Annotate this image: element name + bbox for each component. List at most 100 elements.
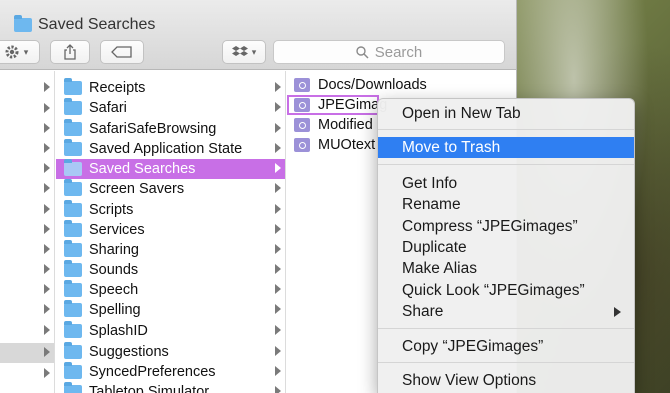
list-item[interactable]: [0, 119, 54, 139]
list-item-label: SyncedPreferences: [89, 364, 216, 380]
list-item[interactable]: [0, 220, 54, 240]
folder-icon: [64, 260, 82, 277]
list-item[interactable]: [0, 300, 54, 320]
smart-folder-icon: [294, 118, 310, 132]
chevron-right-icon: [44, 347, 50, 357]
action-menu-button[interactable]: ▾: [0, 40, 40, 64]
list-item-label: Saved Application State: [89, 141, 243, 157]
menu-item-make-alias[interactable]: Make Alias: [378, 258, 634, 279]
list-item[interactable]: SyncedPreferences: [56, 362, 285, 382]
folder-icon: [64, 78, 82, 95]
list-item[interactable]: [0, 159, 54, 179]
folder-icon: [64, 362, 82, 379]
dropbox-icon: [231, 46, 248, 56]
list-item[interactable]: [0, 364, 54, 384]
list-item[interactable]: Scripts: [56, 200, 285, 220]
menu-item-open-in-new-tab[interactable]: Open in New Tab: [378, 103, 634, 124]
menu-item-get-info[interactable]: Get Info: [378, 173, 634, 194]
list-item-label: Speech: [89, 282, 139, 298]
menu-item-label: Get Info: [402, 174, 458, 192]
folder-icon: [64, 280, 82, 297]
menu-item-label: Compress “JPEGimages”: [402, 217, 578, 235]
window-toolbar: Saved Searches ▾ ▾ Search: [0, 0, 516, 70]
list-item-label: Safari: [89, 100, 127, 116]
tag-icon: [111, 46, 132, 58]
list-item[interactable]: SplashID: [56, 321, 285, 341]
menu-item-label: Make Alias: [402, 259, 477, 277]
list-item[interactable]: Safari: [56, 98, 285, 118]
folder-icon: [64, 98, 82, 115]
list-item[interactable]: Sharing: [56, 240, 285, 260]
search-field[interactable]: Search: [273, 40, 505, 64]
edit-tags-button[interactable]: [100, 40, 144, 64]
list-item[interactable]: Sounds: [56, 260, 285, 280]
column-1[interactable]: [0, 71, 55, 393]
menu-item-label: Move to Trash: [402, 138, 501, 156]
dropbox-button[interactable]: ▾: [222, 40, 266, 64]
list-item[interactable]: Speech: [56, 280, 285, 300]
list-item[interactable]: SafariSafeBrowsing: [56, 119, 285, 139]
list-item-context-target[interactable]: JPEGimag: [287, 95, 387, 115]
search-placeholder: Search: [374, 43, 423, 61]
menu-item-label: Rename: [402, 195, 461, 213]
menu-item-rename[interactable]: Rename: [378, 194, 634, 215]
column-2[interactable]: Receipts Safari SafariSafeBrowsing Saved…: [56, 71, 286, 393]
list-item-label: Docs/Downloads: [318, 77, 427, 93]
chevron-down-icon: ▾: [251, 46, 257, 57]
chevron-right-icon: [275, 82, 281, 92]
menu-separator: [378, 129, 634, 130]
menu-item-share[interactable]: Share: [378, 301, 634, 322]
list-item[interactable]: Suggestions: [56, 342, 285, 362]
list-item[interactable]: [0, 321, 54, 341]
list-item[interactable]: Receipts: [56, 78, 285, 98]
list-item[interactable]: [0, 78, 54, 98]
menu-item-compress[interactable]: Compress “JPEGimages”: [378, 216, 634, 237]
chevron-right-icon: [44, 325, 50, 335]
share-icon: [64, 44, 76, 60]
menu-item-copy[interactable]: Copy “JPEGimages”: [378, 336, 634, 357]
menu-item-show-view-options[interactable]: Show View Options: [378, 370, 634, 391]
list-item[interactable]: [0, 240, 54, 260]
smart-folder-icon: [294, 78, 310, 92]
list-item[interactable]: Docs/Downloads: [287, 75, 516, 95]
chevron-right-icon: [44, 204, 50, 214]
share-button[interactable]: [50, 40, 90, 64]
list-item[interactable]: Spelling: [56, 300, 285, 320]
smart-folder-icon: [294, 138, 310, 152]
chevron-right-icon: [44, 143, 50, 153]
folder-icon: [64, 300, 82, 317]
smart-folder-icon: [294, 98, 310, 112]
chevron-right-icon: [44, 103, 50, 113]
list-item[interactable]: Saved Application State: [56, 139, 285, 159]
chevron-down-icon: ▾: [23, 46, 29, 57]
list-item[interactable]: Tabletop Simulator: [56, 382, 285, 393]
chevron-right-icon: [275, 386, 281, 393]
chevron-right-icon: [44, 82, 50, 92]
menu-item-quick-look[interactable]: Quick Look “JPEGimages”: [378, 280, 634, 301]
menu-item-label: Open in New Tab: [402, 104, 521, 122]
list-item[interactable]: [0, 200, 54, 220]
list-item[interactable]: [0, 260, 54, 280]
chevron-right-icon: [44, 123, 50, 133]
list-item-label: SplashID: [89, 323, 148, 339]
chevron-right-icon: [275, 244, 281, 254]
folder-icon: [64, 382, 82, 393]
submenu-arrow-icon: [614, 307, 621, 317]
list-item[interactable]: [0, 179, 54, 199]
list-item[interactable]: Services: [56, 220, 285, 240]
chevron-right-icon: [44, 183, 50, 193]
menu-item-move-to-trash[interactable]: Move to Trash: [378, 137, 634, 158]
chevron-right-icon: [44, 284, 50, 294]
list-item-selected[interactable]: Saved Searches: [56, 159, 285, 179]
list-item[interactable]: [0, 139, 54, 159]
list-item[interactable]: [0, 343, 54, 363]
list-item[interactable]: [0, 280, 54, 300]
list-item-label: Scripts: [89, 202, 134, 218]
list-item[interactable]: [0, 99, 54, 119]
chevron-right-icon: [44, 163, 50, 173]
menu-item-duplicate[interactable]: Duplicate: [378, 237, 634, 258]
context-menu: Open in New Tab Move to Trash Get Info R…: [377, 98, 635, 393]
search-icon: [356, 45, 369, 59]
chevron-right-icon: [275, 304, 281, 314]
list-item[interactable]: Screen Savers: [56, 179, 285, 199]
